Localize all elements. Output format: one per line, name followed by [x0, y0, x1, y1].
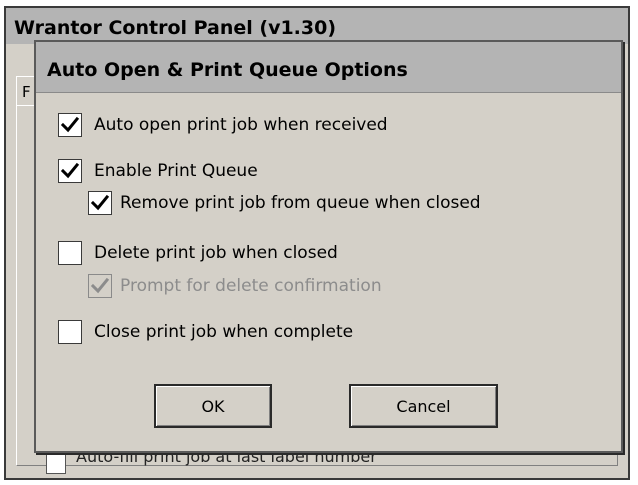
control-panel-title: Wrantor Control Panel (v1.30) [6, 8, 628, 44]
prompt-delete-confirmation-checkbox [88, 274, 112, 298]
option-delete-when-closed[interactable]: Delete print job when closed [58, 240, 338, 266]
enable-print-queue-label: Enable Print Queue [94, 161, 258, 181]
auto-open-label: Auto open print job when received [94, 115, 388, 135]
dialog-title: Auto Open & Print Queue Options [36, 42, 621, 93]
prompt-delete-confirmation-label: Prompt for delete confirmation [120, 276, 382, 296]
option-auto-open[interactable]: Auto open print job when received [58, 112, 388, 138]
checkmark-icon [60, 162, 80, 179]
ok-button[interactable]: OK [154, 384, 272, 428]
close-when-complete-label: Close print job when complete [94, 322, 354, 342]
print-queue-options-dialog: Auto Open & Print Queue Options Auto ope… [34, 40, 623, 453]
checkmark-icon [60, 116, 80, 133]
auto-fill-checkbox[interactable] [46, 454, 66, 474]
option-remove-from-queue[interactable]: Remove print job from queue when closed [88, 190, 481, 216]
remove-from-queue-label: Remove print job from queue when closed [120, 193, 481, 213]
remove-from-queue-checkbox[interactable] [88, 191, 112, 215]
option-close-when-complete[interactable]: Close print job when complete [58, 319, 353, 345]
cancel-button[interactable]: Cancel [349, 384, 498, 428]
delete-when-closed-checkbox[interactable] [58, 241, 82, 265]
auto-open-checkbox[interactable] [58, 113, 82, 137]
option-prompt-delete-confirmation: Prompt for delete confirmation [88, 273, 382, 299]
option-enable-print-queue[interactable]: Enable Print Queue [58, 158, 258, 184]
delete-when-closed-label: Delete print job when closed [94, 243, 338, 263]
checkmark-icon [90, 194, 110, 211]
checkmark-icon [90, 277, 110, 294]
close-when-complete-checkbox[interactable] [58, 320, 82, 344]
enable-print-queue-checkbox[interactable] [58, 159, 82, 183]
